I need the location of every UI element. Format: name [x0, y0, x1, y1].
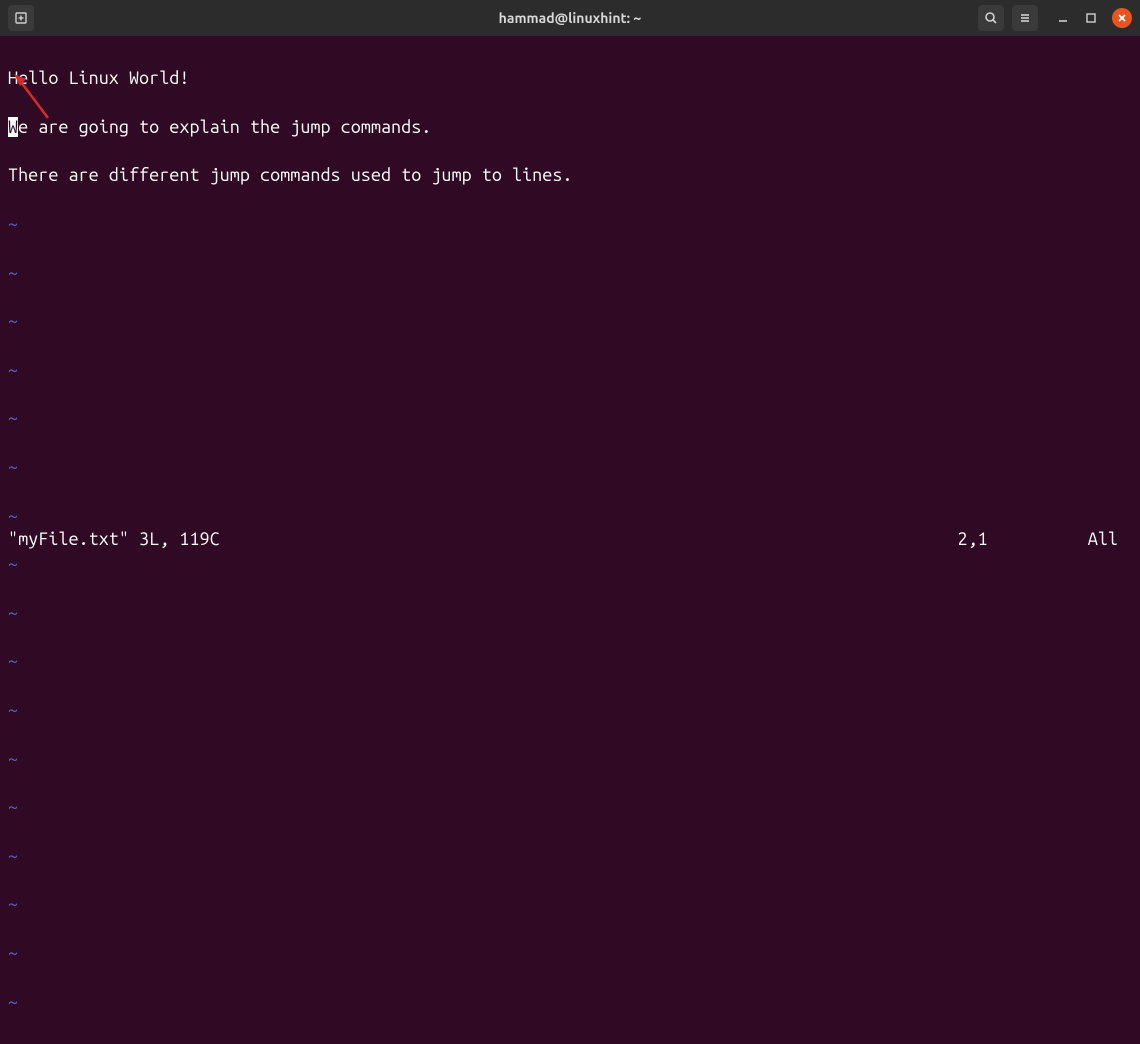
editor-line: There are different jump commands used t…	[8, 163, 1132, 187]
maximize-button[interactable]	[1084, 11, 1098, 25]
editor-line: Hello Linux World!	[8, 66, 1132, 90]
titlebar: hammad@linuxhint: ~	[0, 0, 1140, 36]
empty-line-tilde: ~	[8, 504, 1132, 528]
window-controls	[1056, 8, 1132, 28]
editor-line: We are going to explain the jump command…	[8, 115, 1132, 139]
empty-line-tilde: ~	[8, 941, 1132, 965]
empty-line-tilde: ~	[8, 212, 1132, 236]
empty-line-tilde: ~	[8, 844, 1132, 868]
vim-status-line: "myFile.txt" 3L, 119C 2,1 All	[8, 529, 1132, 549]
status-file-info: "myFile.txt" 3L, 119C	[8, 529, 220, 549]
status-scroll-indicator: All	[1088, 529, 1132, 549]
empty-line-tilde: ~	[8, 649, 1132, 673]
titlebar-left	[8, 5, 34, 31]
empty-line-tilde: ~	[8, 261, 1132, 285]
empty-line-tilde: ~	[8, 698, 1132, 722]
empty-line-tilde: ~	[8, 892, 1132, 916]
empty-line-tilde: ~	[8, 747, 1132, 771]
empty-line-tilde: ~	[8, 795, 1132, 819]
status-cursor-position: 2,1	[958, 529, 1088, 549]
window-title: hammad@linuxhint: ~	[499, 10, 642, 26]
close-button[interactable]	[1112, 8, 1132, 28]
empty-line-tilde: ~	[8, 552, 1132, 576]
empty-line-tilde: ~	[8, 990, 1132, 1014]
new-tab-button[interactable]	[8, 5, 34, 31]
empty-line-tilde: ~	[8, 406, 1132, 430]
empty-line-tilde: ~	[8, 309, 1132, 333]
empty-line-tilde: ~	[8, 455, 1132, 479]
menu-button[interactable]	[1012, 5, 1038, 31]
empty-line-tilde: ~	[8, 601, 1132, 625]
empty-line-tilde: ~	[8, 358, 1132, 382]
editor-line-rest: e are going to explain the jump commands…	[18, 117, 431, 137]
titlebar-right	[978, 5, 1132, 31]
cursor: W	[8, 117, 18, 137]
search-button[interactable]	[978, 5, 1004, 31]
minimize-button[interactable]	[1056, 11, 1070, 25]
